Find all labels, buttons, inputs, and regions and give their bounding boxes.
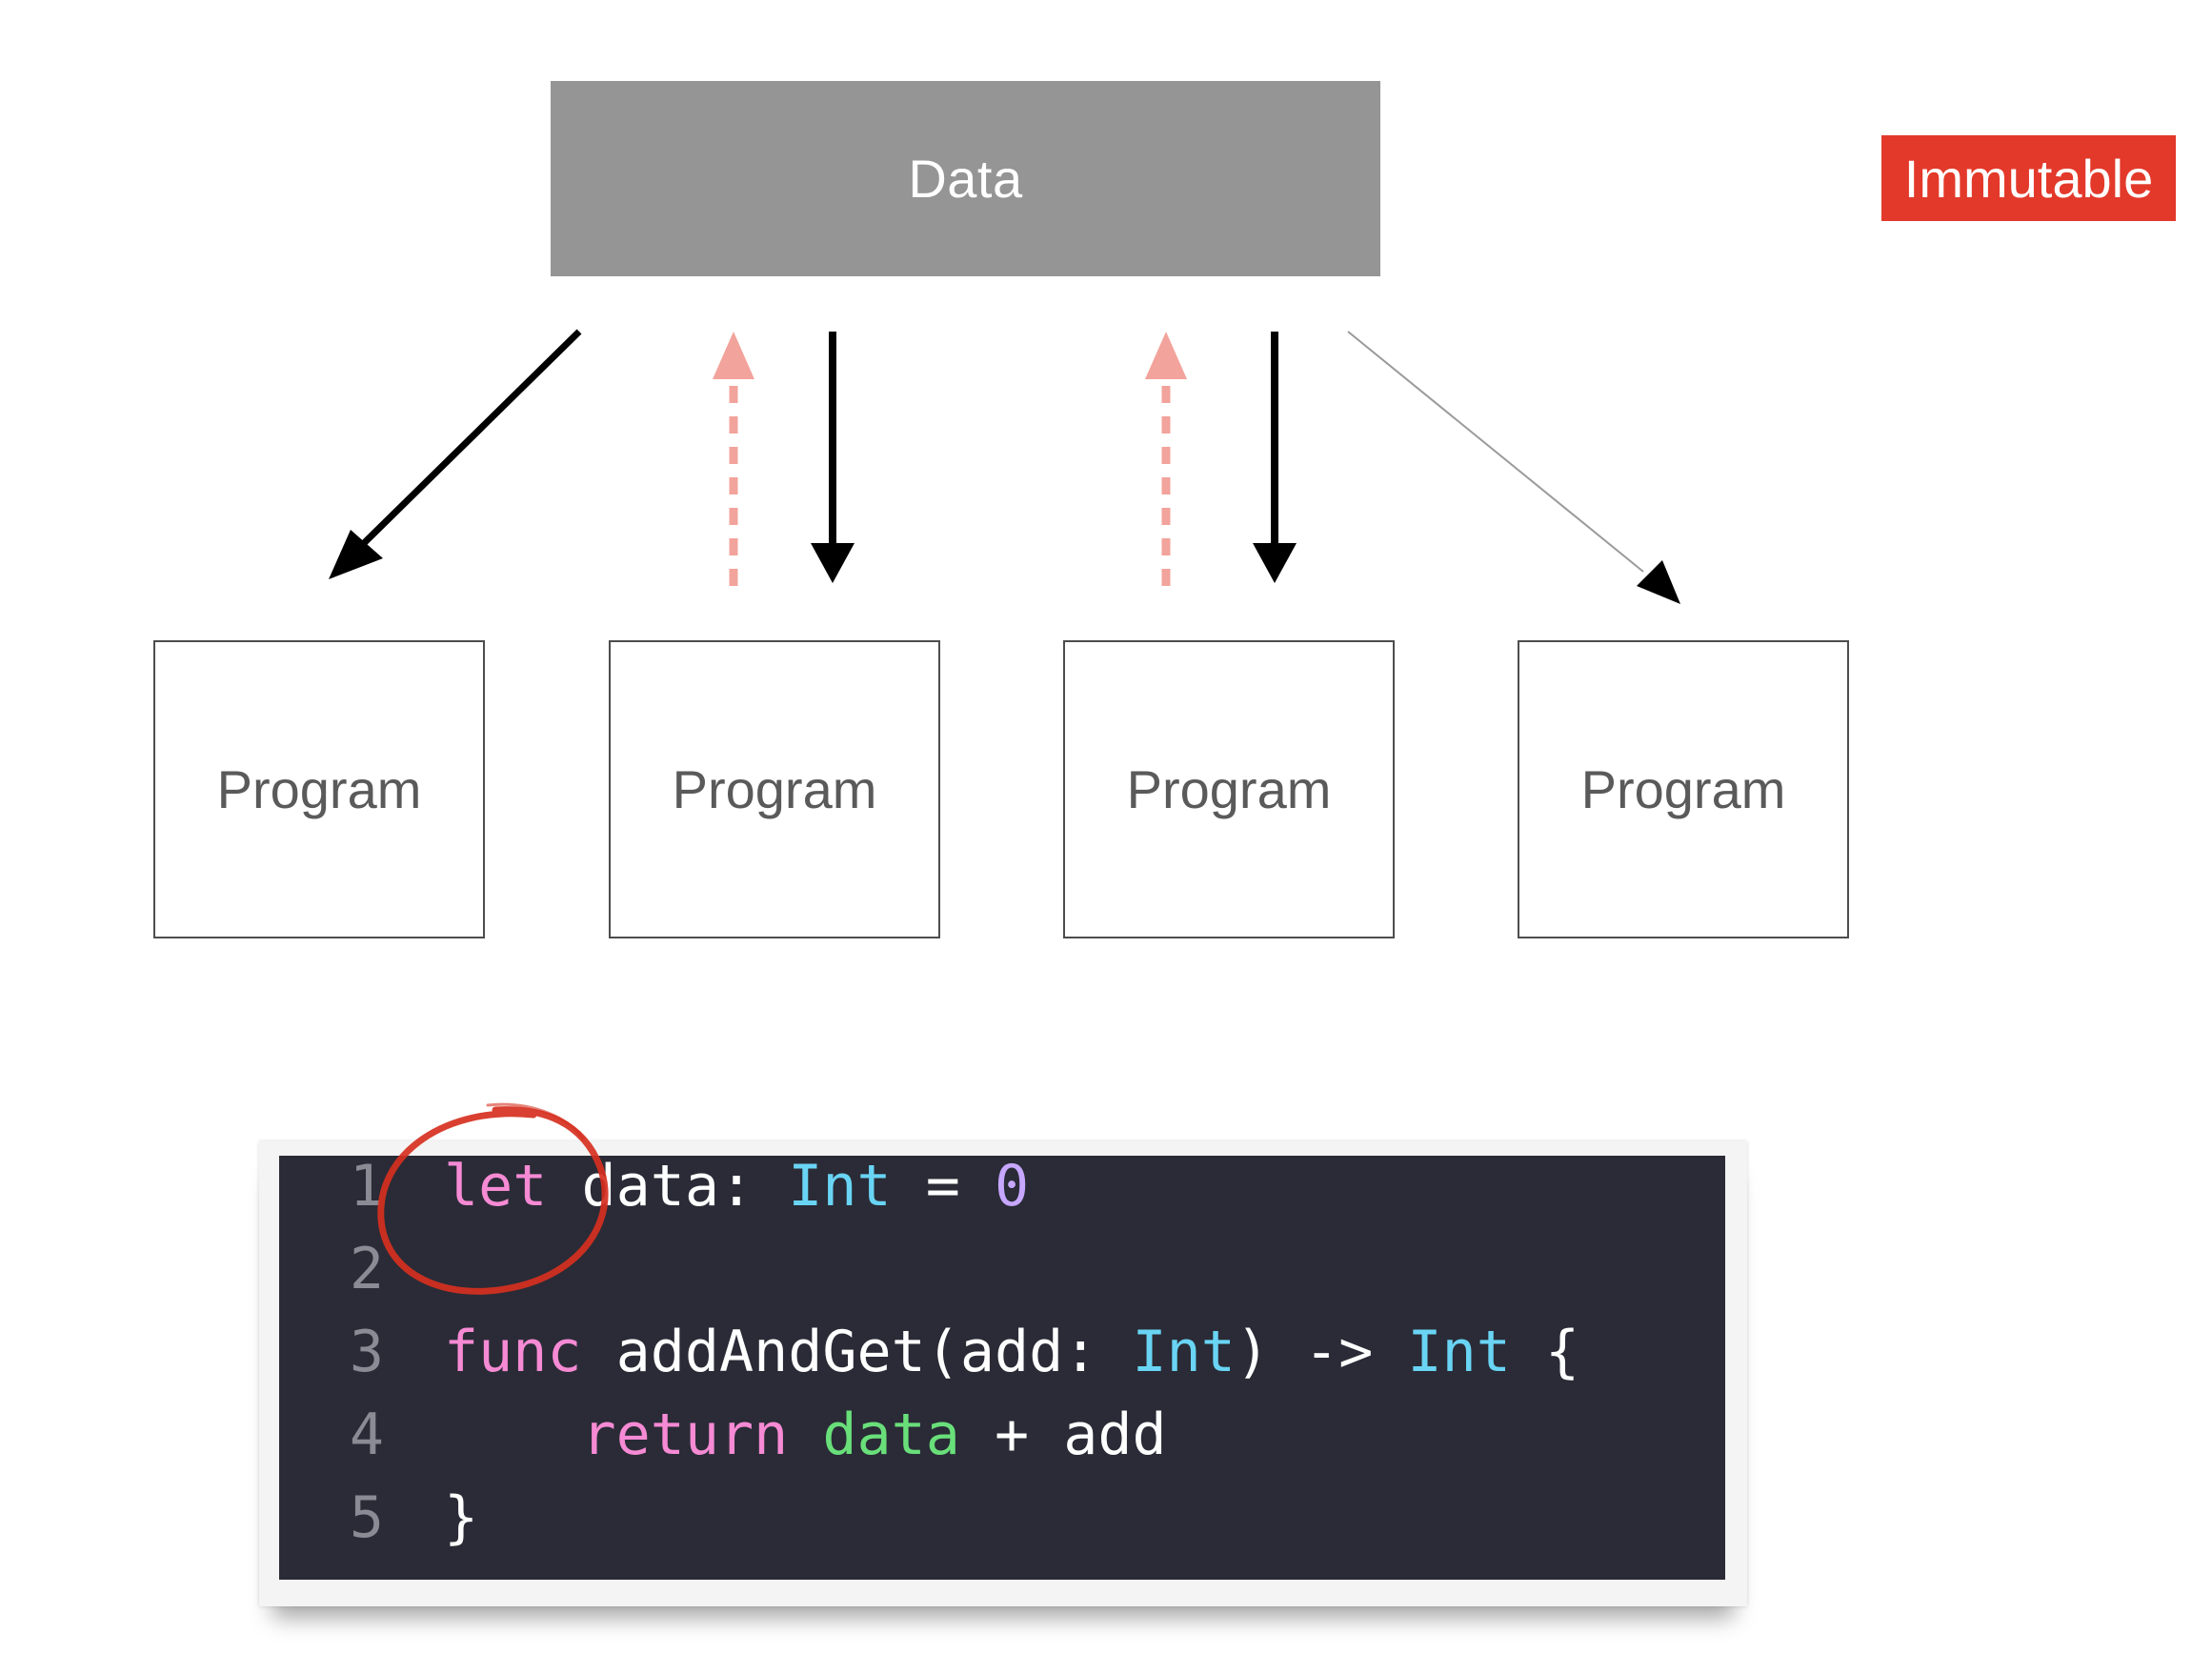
program-label: Program [1126,759,1332,819]
data-box-label: Data [908,149,1023,209]
program-box-4: Program [1518,640,1849,938]
code-text: func addAndGet(add: Int) -> Int { [444,1311,1579,1393]
line-number: 3 [349,1319,384,1385]
read-arrow-4 [1347,331,1680,604]
code-token: return [581,1402,789,1468]
code-token: Int [788,1153,892,1220]
code-text: } [444,1477,478,1559]
code-text: return data + add [444,1394,1167,1476]
code-token: Int [1407,1319,1511,1385]
immutable-badge: Immutable [1881,135,2176,221]
read-arrow-1 [329,329,582,579]
code-token: Int [1132,1319,1236,1385]
code-line: 4 return data + add [279,1394,1725,1476]
program-box-3: Program [1063,640,1395,938]
program-box-1: Program [153,640,485,938]
data-box: Data [551,81,1380,276]
write-arrow-1 [713,332,754,586]
code-token: data: [547,1153,789,1220]
code-line: 3 func addAndGet(add: Int) -> Int { [279,1311,1725,1393]
code-token: addAndGet(add: [581,1319,1133,1385]
code-token: = [891,1153,995,1220]
code-token: ) -> [1235,1319,1408,1385]
line-number: 2 [349,1236,384,1302]
code-line: 1 let data: Int = 0 [279,1145,1725,1227]
line-number: 5 [349,1484,384,1551]
code-line: 2 [279,1228,1725,1310]
line-number: 4 [349,1402,384,1468]
code-editor-panel: 1 let data: Int = 0 2 3 func addAndGet(add: … [279,1153,1725,1580]
code-text: let data: Int = 0 [444,1145,1029,1227]
code-token: { [1510,1319,1580,1385]
code-token: let [444,1153,548,1220]
code-token: + add [959,1402,1167,1468]
code-line: 5} [279,1477,1725,1559]
read-arrow-3 [1253,332,1297,583]
code-token: func [444,1319,582,1385]
immutable-badge-label: Immutable [1903,148,2154,209]
read-arrow-2 [811,332,855,583]
line-number: 1 [349,1153,384,1220]
code-token: data [822,1402,960,1468]
program-box-2: Program [609,640,940,938]
slide: Data Immutable Program Program Program P… [0,0,2212,1654]
program-label: Program [216,759,422,819]
program-label: Program [672,759,877,819]
write-arrow-2 [1145,332,1187,586]
code-token: } [444,1484,479,1551]
program-label: Program [1580,759,1786,819]
code-token: 0 [995,1153,1030,1220]
